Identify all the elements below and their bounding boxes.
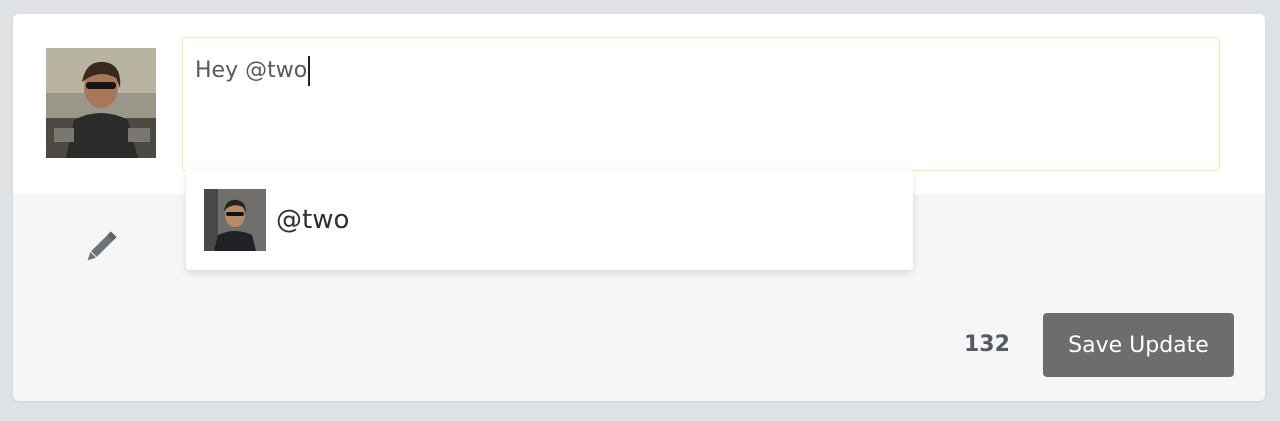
update-text-input[interactable]: Hey @two <box>182 37 1220 171</box>
suggestion-handle: @two <box>276 205 350 235</box>
user-avatar <box>46 48 156 158</box>
user-avatar-icon <box>204 189 266 251</box>
update-card: Hey @two @two 132 Save Update <box>13 14 1265 401</box>
mention-suggestion-item[interactable]: @two <box>186 185 913 251</box>
update-text-value: Hey @two <box>195 58 308 83</box>
mention-suggestions-dropdown: @two <box>186 169 913 270</box>
suggestion-avatar <box>204 189 266 251</box>
text-caret <box>308 56 311 86</box>
pencil-icon <box>79 225 123 269</box>
save-update-button[interactable]: Save Update <box>1043 313 1234 377</box>
character-counter: 132 <box>964 332 1010 357</box>
compose-area: Hey @two <box>13 14 1265 194</box>
user-avatar-icon <box>46 48 156 158</box>
